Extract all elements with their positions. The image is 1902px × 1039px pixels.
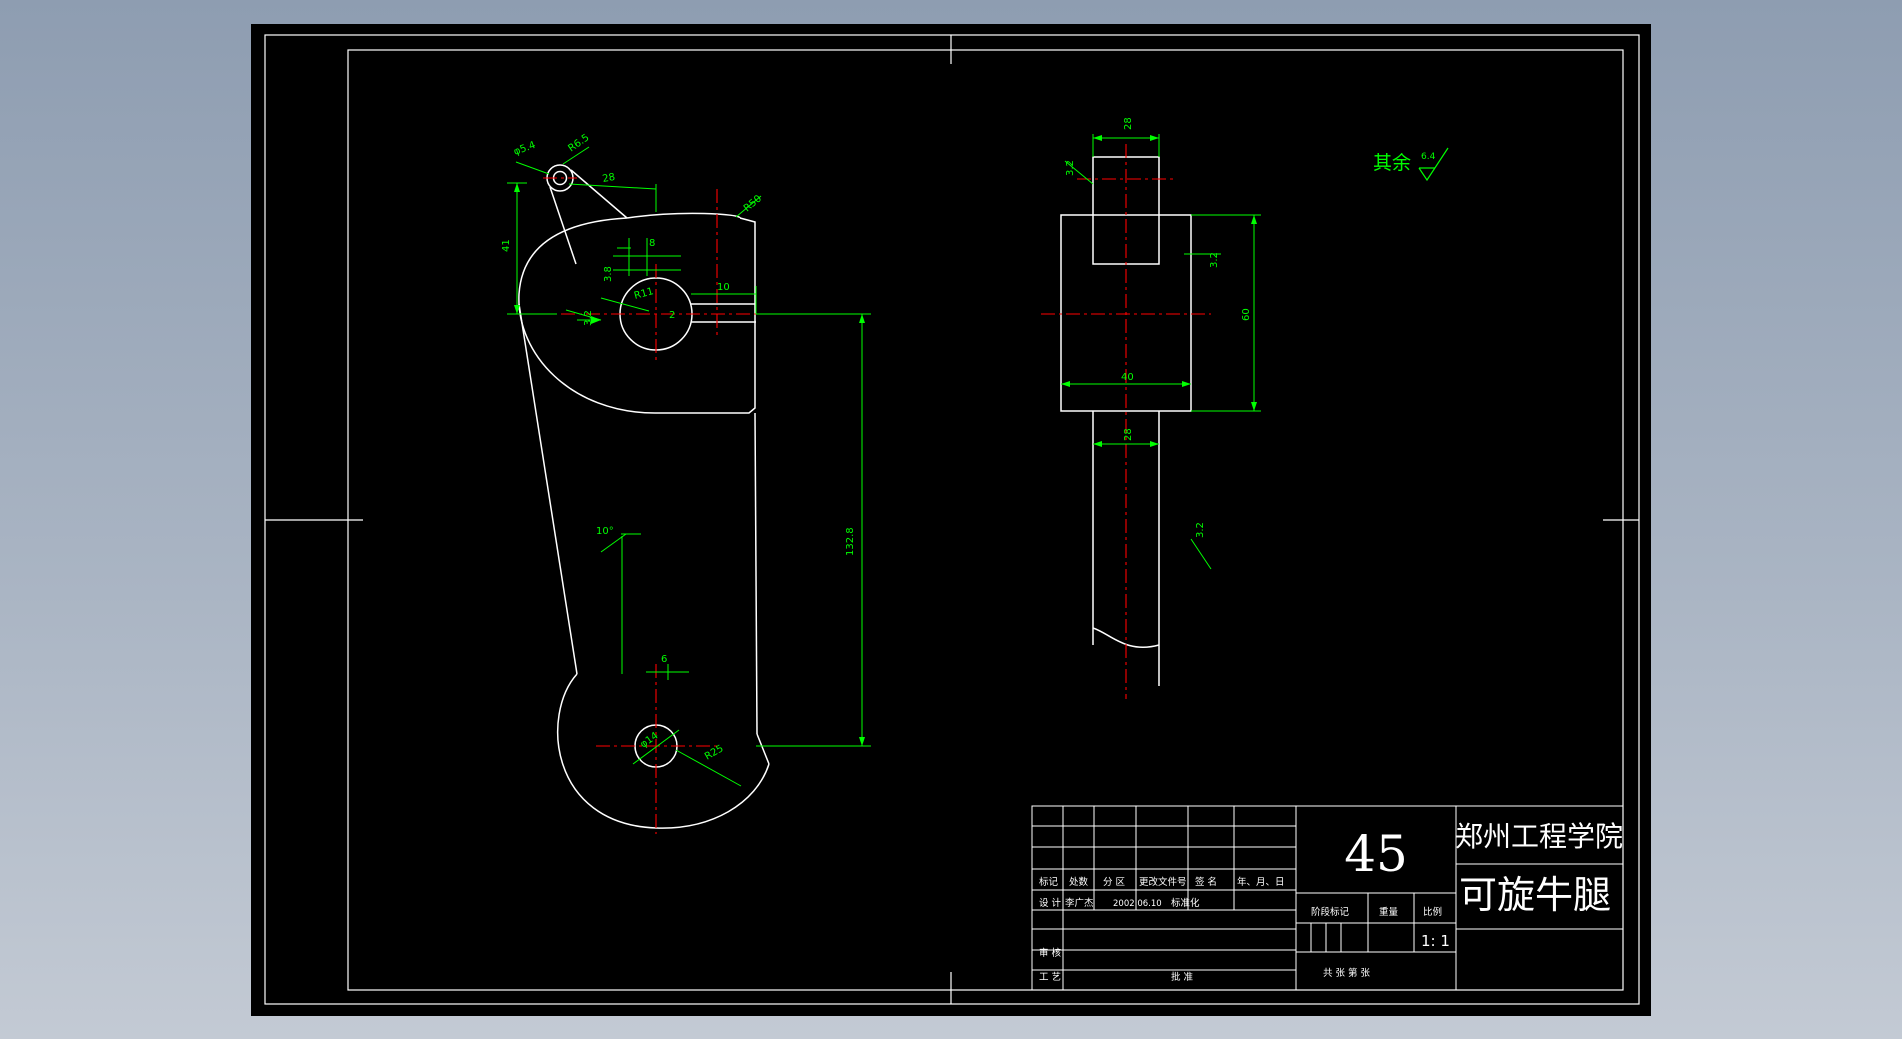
dim-side-rough-top: 3.2 — [1065, 160, 1076, 176]
dim-6: 6 — [661, 654, 667, 665]
dim-big-hole-dia: φ14 — [638, 730, 660, 750]
tb-scale-label: 比例 — [1423, 906, 1442, 918]
tb-approve: 批 准 — [1171, 971, 1194, 983]
dim-r11: R11 — [633, 286, 655, 302]
dim-angle-10: 10° — [596, 526, 614, 537]
dim-3-8: 3.8 — [603, 266, 614, 282]
note-other-roughness: 6.4 — [1421, 152, 1436, 162]
front-view-dimensions — [507, 146, 871, 787]
dim-side-40: 40 — [1121, 372, 1134, 383]
dim-10: 10 — [717, 282, 730, 293]
school-name: 郑州工程学院 — [1455, 820, 1623, 853]
dim-side-28-bottom: 28 — [1123, 428, 1134, 441]
tb-weight: 重量 — [1379, 906, 1399, 918]
tb-change-doc: 更改文件号 — [1139, 876, 1187, 888]
dim-rough-3-2-left: 3.2 — [583, 310, 594, 326]
tb-stage-mark: 阶段标记 — [1311, 906, 1350, 918]
tb-zone: 分 区 — [1103, 877, 1126, 888]
tb-designer: 李广杰 — [1065, 897, 1094, 909]
dim-small-hole-dia: φ5.4 — [512, 140, 537, 158]
part-name: 可旋牛腿 — [1459, 873, 1611, 917]
dim-2: 2 — [669, 310, 675, 321]
dim-side-rough-right: 3.2 — [1209, 252, 1220, 268]
tb-design: 设 计 — [1039, 897, 1062, 909]
tb-date: 年、月、日 — [1237, 876, 1285, 888]
dim-8: 8 — [649, 238, 655, 249]
drawing-sheet: φ5.4 R6.5 28 41 R50 8 3.8 R11 10 2 3.2 1… — [251, 24, 1651, 1016]
side-view-dimensions — [1061, 134, 1261, 570]
dim-side-60: 60 — [1241, 308, 1252, 321]
tb-mark: 标记 — [1039, 876, 1059, 888]
tb-scale: 1: 1 — [1421, 932, 1450, 950]
tb-count: 处数 — [1069, 876, 1089, 888]
front-view-outline — [518, 164, 770, 829]
dim-side-28-top: 28 — [1123, 117, 1134, 130]
front-view-arrows — [514, 183, 865, 746]
note-other-surfaces: 其余 — [1373, 152, 1411, 174]
tb-standardization: 标准化 — [1171, 897, 1200, 909]
dim-132-8: 132.8 — [845, 527, 856, 556]
tb-review: 审 核 — [1039, 947, 1062, 959]
tb-design-date: 2002.06.10 — [1113, 899, 1162, 909]
cad-drawing: φ5.4 R6.5 28 41 R50 8 3.8 R11 10 2 3.2 1… — [264, 34, 1640, 1005]
tb-sheets: 共 张 第 张 — [1323, 967, 1371, 979]
side-view-centerlines — [1041, 144, 1211, 699]
material-label: 45 — [1344, 825, 1408, 883]
dim-41: 41 — [501, 239, 512, 252]
dim-28-top-left: 28 — [602, 172, 616, 185]
dim-small-hole-r: R6.5 — [566, 132, 591, 154]
sheet-frame — [264, 34, 1640, 1005]
tb-process: 工 艺 — [1039, 972, 1061, 983]
tb-signature: 签 名 — [1195, 876, 1217, 888]
dim-side-rough-shaft: 3.2 — [1195, 522, 1206, 538]
